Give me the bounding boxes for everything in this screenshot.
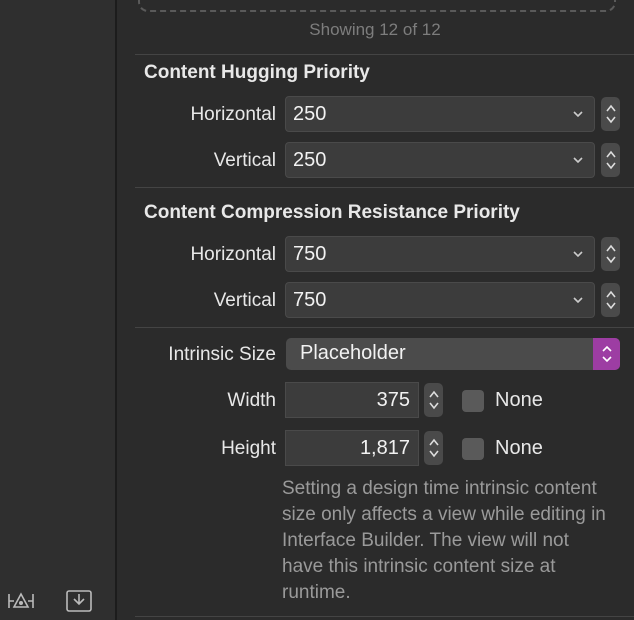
width-stepper[interactable] xyxy=(424,383,443,417)
popup-arrows-icon[interactable] xyxy=(593,338,620,370)
width-value: 375 xyxy=(376,389,410,411)
width-field[interactable]: 375 xyxy=(285,382,419,418)
constraints-list-box xyxy=(138,0,616,12)
resolve-constraints-icon[interactable] xyxy=(4,586,38,616)
compression-horizontal-combo[interactable]: 750 xyxy=(285,236,595,272)
content-hugging-title: Content Hugging Priority xyxy=(144,62,370,83)
hugging-vertical-label: Vertical xyxy=(213,150,276,171)
compression-horizontal-stepper[interactable] xyxy=(601,237,620,271)
hugging-vertical-stepper[interactable] xyxy=(601,143,620,177)
navigator-pane xyxy=(0,0,117,620)
height-label: Height xyxy=(221,438,276,459)
compression-vertical-combo[interactable]: 750 xyxy=(285,282,595,318)
height-stepper[interactable] xyxy=(424,431,443,465)
divider xyxy=(135,327,634,328)
hugging-vertical-combo[interactable]: 250 xyxy=(285,142,595,178)
height-field[interactable]: 1,817 xyxy=(285,430,419,466)
intrinsic-size-label: Intrinsic Size xyxy=(168,344,276,365)
compression-vertical-stepper[interactable] xyxy=(601,283,620,317)
chevron-down-icon[interactable] xyxy=(572,288,584,317)
width-label: Width xyxy=(227,390,276,411)
showing-count: Showing 12 of 12 xyxy=(309,20,441,39)
width-none-label[interactable]: None xyxy=(495,389,543,412)
height-none-checkbox[interactable] xyxy=(462,438,484,460)
divider xyxy=(135,187,634,188)
divider xyxy=(135,616,634,617)
size-inspector: Showing 12 of 12 Content Hugging Priorit… xyxy=(130,0,634,620)
chevron-down-icon[interactable] xyxy=(572,242,584,271)
intrinsic-size-popup[interactable]: Placeholder xyxy=(286,338,620,370)
compression-horizontal-label: Horizontal xyxy=(190,244,276,265)
hugging-vertical-value: 250 xyxy=(293,149,327,171)
chevron-down-icon[interactable] xyxy=(572,148,584,177)
hugging-horizontal-label: Horizontal xyxy=(190,104,276,125)
height-value: 1,817 xyxy=(359,437,410,459)
hugging-horizontal-stepper[interactable] xyxy=(601,97,620,131)
intrinsic-size-help-text: Setting a design time intrinsic content … xyxy=(282,478,606,603)
hugging-horizontal-value: 250 xyxy=(293,103,327,125)
bottom-toolbar xyxy=(0,584,115,620)
width-none-checkbox[interactable] xyxy=(462,390,484,412)
chevron-down-icon[interactable] xyxy=(572,102,584,131)
height-none-label[interactable]: None xyxy=(495,437,543,460)
compression-vertical-label: Vertical xyxy=(213,290,276,311)
compression-resistance-title: Content Compression Resistance Priority xyxy=(144,202,520,223)
compression-horizontal-value: 750 xyxy=(293,243,327,265)
embed-in-icon[interactable] xyxy=(62,586,96,616)
intrinsic-size-value: Placeholder xyxy=(300,342,406,364)
compression-vertical-value: 750 xyxy=(293,289,327,311)
divider xyxy=(135,54,634,55)
hugging-horizontal-combo[interactable]: 250 xyxy=(285,96,595,132)
